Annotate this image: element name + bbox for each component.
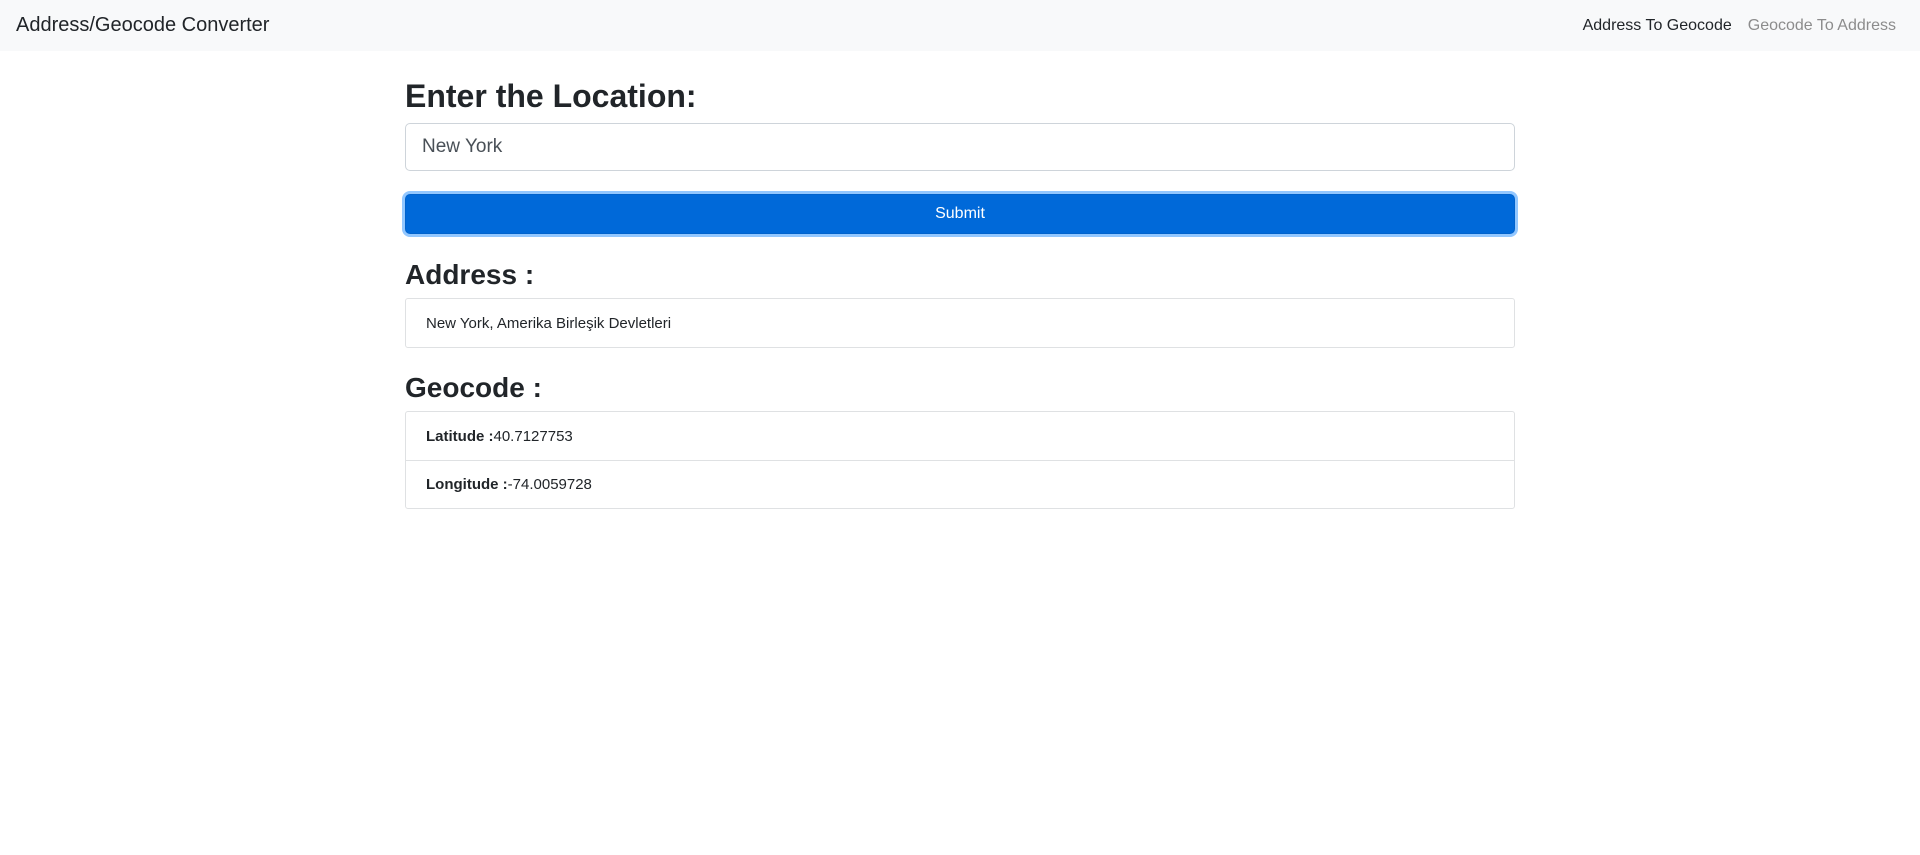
address-value: New York, Amerika Birleşik Devletleri	[426, 314, 672, 332]
navbar-brand[interactable]: Address/Geocode Converter	[16, 14, 269, 37]
geocode-title: Geocode :	[405, 372, 542, 403]
location-input[interactable]	[405, 123, 1515, 171]
longitude-row: Longitude : -74.0059728	[406, 460, 1514, 508]
latitude-value: 40.7127753	[493, 427, 573, 445]
latitude-label: Latitude :	[426, 427, 494, 445]
submit-button[interactable]: Submit	[405, 194, 1515, 234]
longitude-value: -74.0059728	[507, 476, 592, 493]
navbar: Address/Geocode Converter Address To Geo…	[0, 0, 1920, 51]
location-title: Enter the Location:	[405, 78, 697, 114]
geocode-list: Latitude :40.7127753 Longitude : -74.0059…	[405, 411, 1515, 509]
nav-link-geocode-to-address[interactable]: Geocode To Address	[1748, 17, 1896, 35]
latitude-row: Latitude :40.7127753	[406, 412, 1514, 460]
nav-link-address-to-geocode[interactable]: Address To Geocode	[1583, 17, 1732, 35]
main-container: Enter the Location: Submit Address : New…	[405, 51, 1515, 509]
longitude-label: Longitude :	[426, 476, 508, 493]
nav-links: Address To Geocode Geocode To Address	[1583, 17, 1896, 35]
address-title: Address :	[405, 259, 535, 290]
address-list: New York, Amerika Birleşik Devletleri	[405, 298, 1515, 348]
